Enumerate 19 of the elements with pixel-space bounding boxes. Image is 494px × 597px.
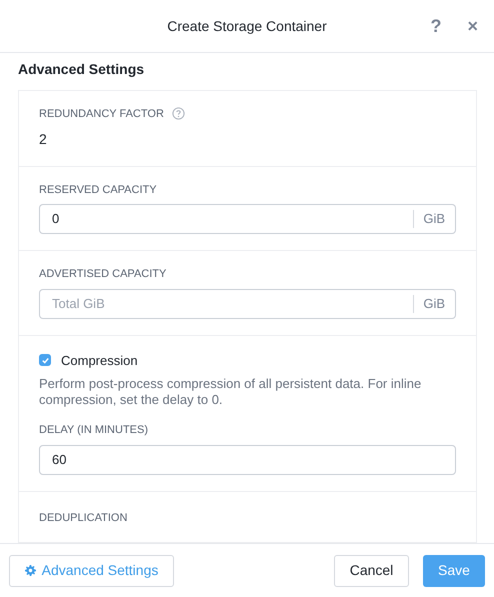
help-button[interactable]: ? [428,17,444,35]
dialog-title: Create Storage Container [167,16,327,36]
field-value: 2 [39,130,48,148]
field-label: REDUNDANCY FACTOR [39,107,164,122]
field-label: DEDUPLICATION [39,510,128,526]
close-button[interactable]: × [465,17,480,35]
checkbox[interactable] [39,354,51,366]
cancel-button[interactable]: Cancel [334,554,409,586]
checkbox-label: Compression [61,352,138,370]
checkmark-icon [40,356,50,365]
gear-icon [24,565,36,576]
delay-field[interactable]: 60 [39,444,456,475]
field-label: DELAY (IN MINUTES) [39,423,148,438]
field-label: RESERVED CAPACITY [39,182,157,198]
save-button[interactable]: Save [423,554,485,586]
description-text: Perform post-process compression of all persistent data. For inline compression, set the delay to 0. [39,376,422,408]
field-label: ADVERTISED CAPACITY [39,267,166,282]
advanced-settings-button[interactable]: Advanced Settings [9,554,174,586]
section-title: Advanced Settings [18,60,146,79]
